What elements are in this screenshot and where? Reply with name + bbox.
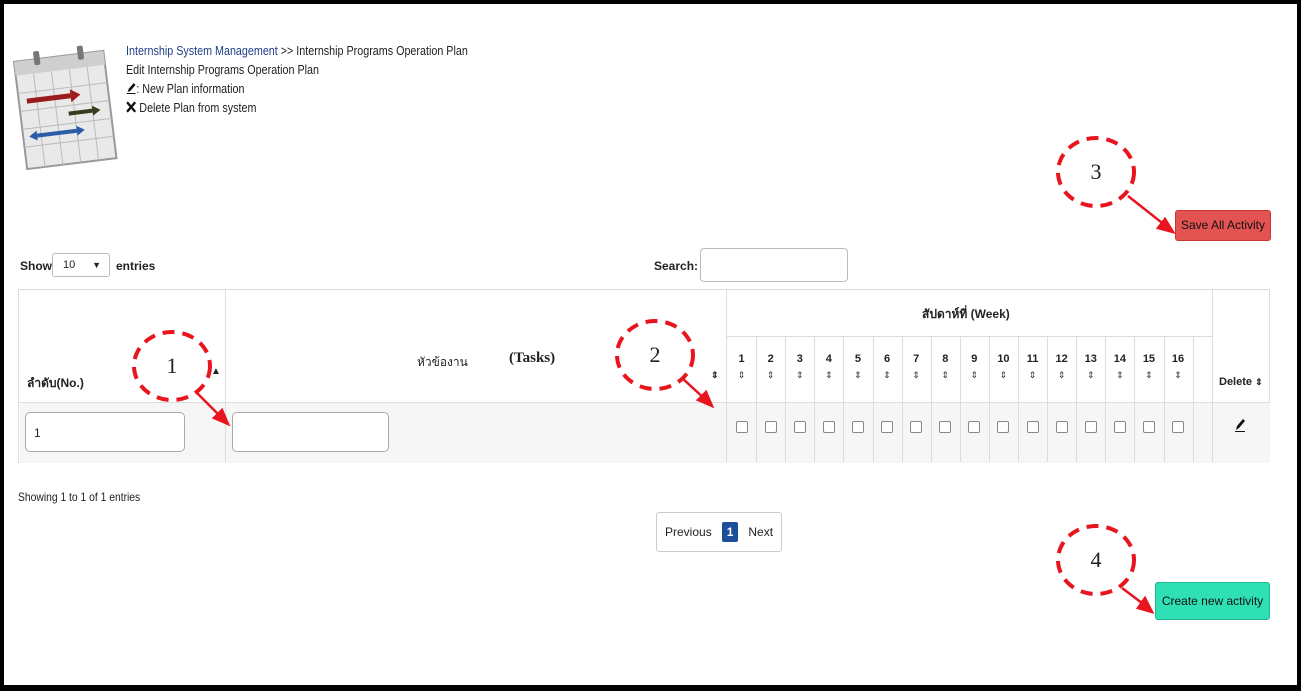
- callout-number-1: 1: [166, 353, 178, 378]
- callout-arrow-3: [1127, 195, 1167, 227]
- callout-number-2: 2: [649, 342, 661, 367]
- callout-number-3: 3: [1090, 159, 1102, 184]
- callout-number-4: 4: [1090, 547, 1102, 572]
